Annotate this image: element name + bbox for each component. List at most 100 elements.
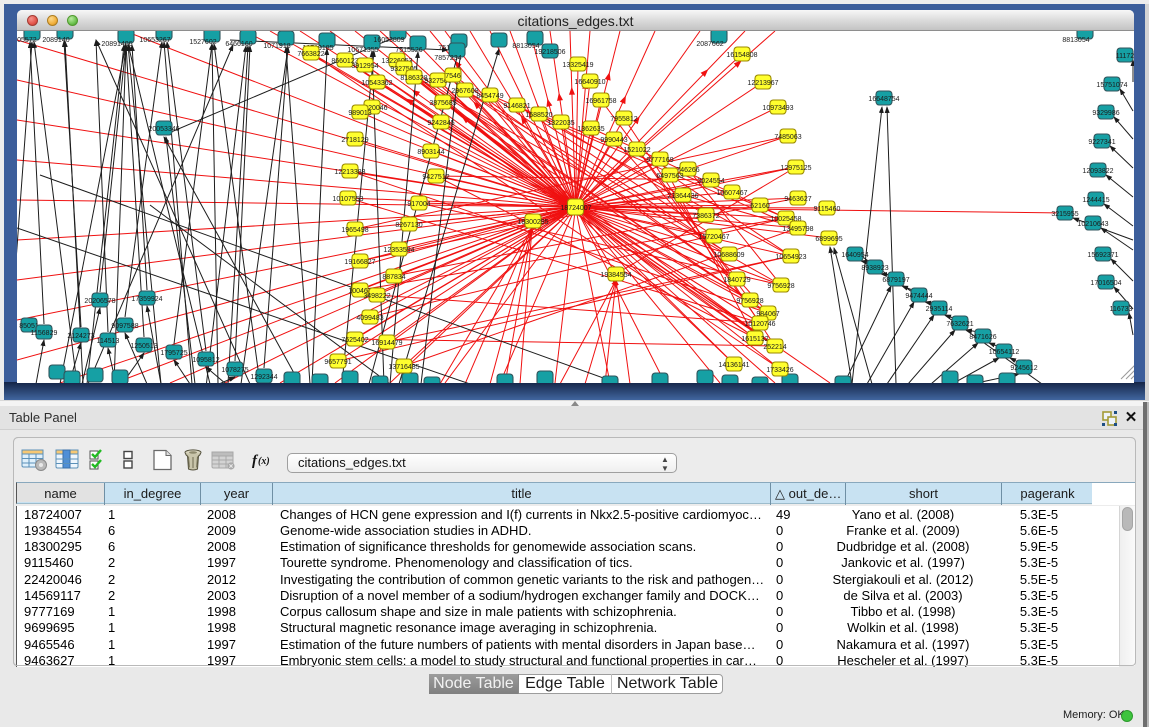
svg-text:16640910: 16640910 [574,79,605,86]
svg-text:16648754: 16648754 [868,96,899,103]
svg-text:8267130: 8267130 [395,222,422,229]
svg-text:9329986: 9329986 [1092,110,1119,117]
svg-text:19384554: 19384554 [600,272,631,279]
svg-text:9657791: 9657791 [324,359,351,366]
svg-text:13325419: 13325419 [562,62,593,69]
svg-text:20053346: 20053346 [148,126,179,133]
svg-text:3498222: 3498222 [363,293,390,300]
svg-text:1527602: 1527602 [189,39,216,46]
svg-text:9227341: 9227341 [1088,139,1115,146]
svg-text:12353594: 12353594 [383,247,414,254]
svg-text:9474444: 9474444 [905,293,932,300]
svg-text:1521022: 1521022 [623,147,650,154]
svg-text:3215955: 3215955 [1051,211,1078,218]
svg-text:1095812: 1095812 [192,357,219,364]
svg-text:1362635: 1362635 [577,126,604,133]
svg-text:12093822: 12093822 [1082,168,1113,175]
svg-text:10671355: 10671355 [347,47,378,54]
svg-text:10688609: 10688609 [713,252,744,259]
svg-text:1965498: 1965498 [341,227,368,234]
svg-text:7625402: 7625402 [341,337,368,344]
svg-text:7955812: 7955812 [610,116,637,123]
svg-text:1615132: 1615132 [741,336,768,343]
svg-text:9777169: 9777169 [646,157,673,164]
svg-text:10107553: 10107553 [332,196,363,203]
svg-text:16053809: 16053809 [373,37,404,44]
svg-text:9463627: 9463627 [784,196,811,203]
svg-text:9756928: 9756928 [767,283,794,290]
svg-text:16961758: 16961758 [585,98,616,105]
svg-text:10973493: 10973493 [762,105,793,112]
svg-text:114513: 114513 [97,338,120,345]
svg-text:9146821: 9146821 [503,103,530,110]
svg-text:252214: 252214 [763,344,786,351]
svg-text:12975125: 12975125 [780,165,811,172]
svg-text:18300295: 18300295 [517,219,548,226]
svg-text:7663822: 7663822 [297,51,324,58]
svg-text:1405572: 1405572 [17,37,37,44]
svg-text:9242845: 9242845 [427,120,454,127]
svg-text:917004: 917004 [407,201,430,208]
svg-text:21364436: 21364436 [667,193,698,200]
svg-text:62160: 62160 [750,203,770,210]
svg-text:11172: 11172 [1116,53,1134,60]
svg-text:8454749: 8454749 [476,93,503,100]
svg-text:7485063: 7485063 [774,134,801,141]
svg-text:13716485: 13716485 [388,364,419,371]
svg-text:13495798: 13495798 [782,226,813,233]
svg-text:2089140: 2089140 [42,37,69,44]
svg-text:1244415: 1244415 [1082,197,1109,204]
svg-text:6497563: 6497563 [656,173,683,180]
svg-text:887834: 887834 [382,274,405,281]
svg-text:8471626: 8471626 [969,334,996,341]
svg-text:3024554: 3024554 [697,178,724,185]
svg-text:2967608: 2967608 [451,88,478,95]
svg-text:4099483: 4099483 [356,315,383,322]
svg-text:1156829: 1156829 [31,330,58,337]
svg-text:(x): (x) [258,456,270,467]
svg-text:10120746: 10120746 [744,321,775,328]
svg-text:16154808: 16154808 [726,52,757,59]
svg-text:3912954: 3912954 [351,63,378,70]
svg-text:15720467: 15720467 [698,234,729,241]
svg-text:8938923: 8938923 [861,265,888,272]
svg-text:2718129: 2718129 [341,137,368,144]
svg-text:9427512: 9427512 [422,174,449,181]
svg-text:19166827: 19166827 [344,259,375,266]
svg-text:6879197: 6879197 [882,277,909,284]
svg-text:2124273: 2124273 [67,333,94,340]
svg-text:1078275: 1078275 [221,367,248,374]
svg-text:7546: 7546 [445,73,461,80]
svg-text:20206578: 20206578 [84,298,115,305]
svg-text:16914479: 16914479 [371,340,402,347]
svg-text:1588520: 1588520 [525,112,552,119]
svg-text:1795725: 1795725 [160,350,187,357]
svg-text:10654112: 10654112 [989,349,1020,356]
svg-text:10607467: 10607467 [716,190,747,197]
svg-text:6466160: 6466160 [225,41,252,48]
svg-text:17359924: 17359924 [131,296,162,303]
svg-text:1071918: 1071918 [263,43,290,50]
svg-text:1322035: 1322035 [547,120,574,127]
svg-text:10653267: 10653267 [139,37,170,44]
svg-text:3875685: 3875685 [429,100,456,107]
svg-text:18724007: 18724007 [560,205,591,212]
svg-text:9115460: 9115460 [814,206,841,213]
svg-text:116733: 116733 [1110,306,1133,313]
svg-text:15751074: 15751074 [1096,82,1127,89]
svg-text:15692371: 15692371 [1087,252,1118,259]
svg-text:9245612: 9245612 [1010,365,1037,372]
svg-text:20891406: 20891406 [101,41,132,48]
svg-text:1840729: 1840729 [723,277,750,284]
svg-text:2087662: 2087662 [696,41,723,48]
svg-text:17016504: 17016504 [1090,280,1121,287]
svg-text:19218506: 19218506 [534,49,565,56]
svg-text:7857234: 7857234 [434,55,461,62]
svg-text:12213967: 12213967 [747,80,778,87]
svg-text:1640954: 1640954 [841,252,868,259]
svg-text:8903144: 8903144 [417,149,444,156]
svg-text:1292344: 1292344 [250,374,277,381]
svg-text:9097588: 9097588 [111,323,138,330]
svg-text:10210643: 10210643 [1077,221,1108,228]
svg-text:6899695: 6899695 [815,236,842,243]
